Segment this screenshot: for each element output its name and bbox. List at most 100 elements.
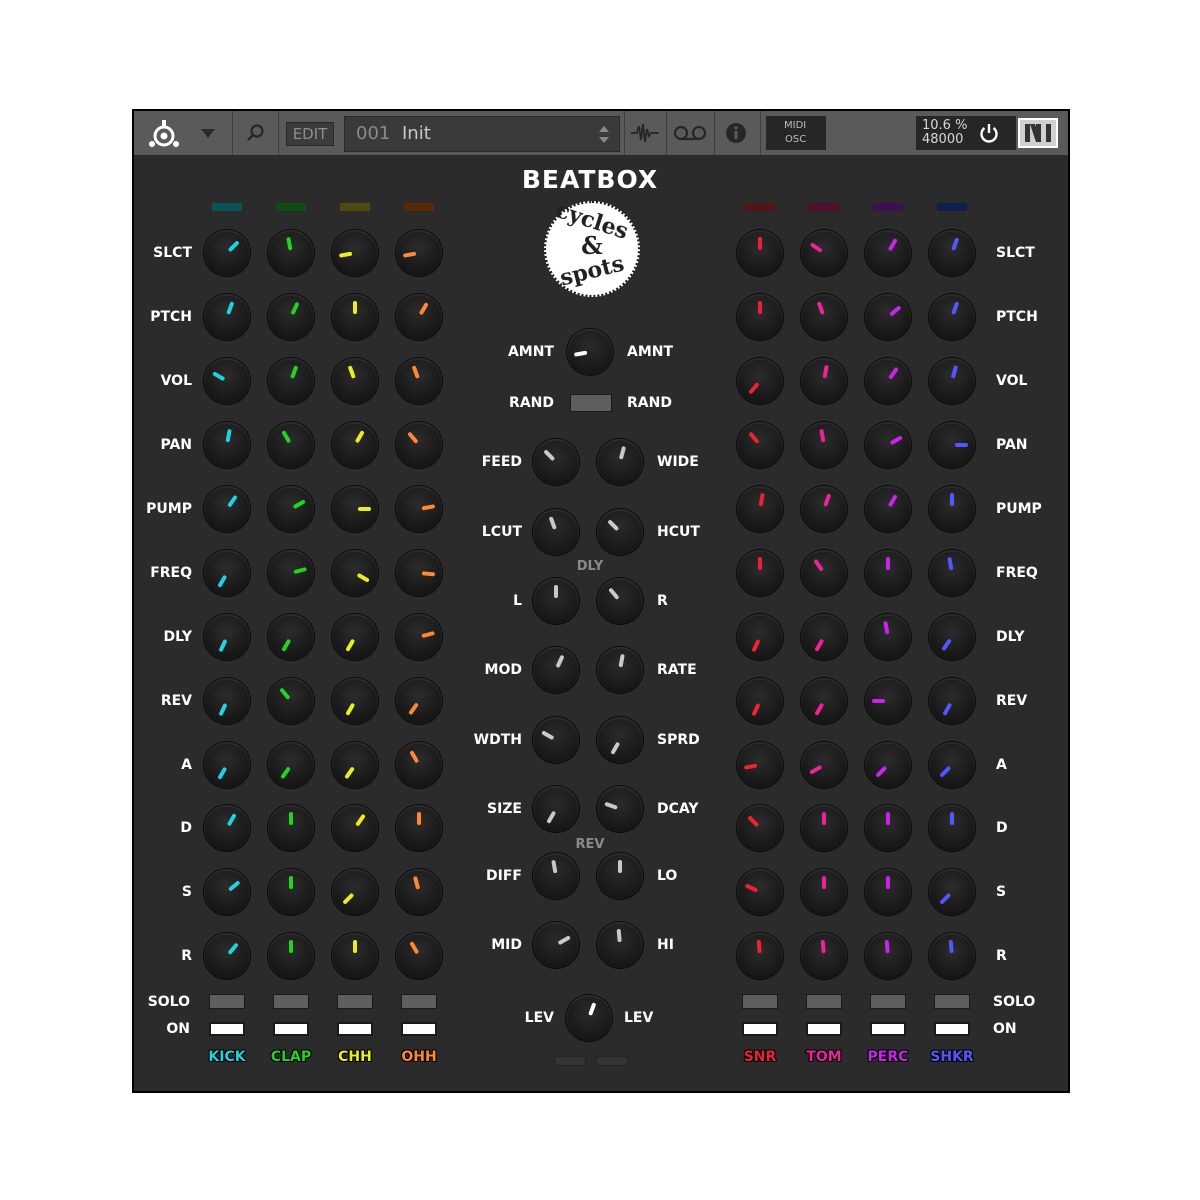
- size-knob[interactable]: [533, 786, 579, 832]
- perc-dly-knob[interactable]: [865, 614, 911, 660]
- clap-ptch-knob[interactable]: [268, 294, 314, 340]
- rate-knob[interactable]: [597, 647, 643, 693]
- chh-d-knob[interactable]: [332, 805, 378, 851]
- tom-a-knob[interactable]: [801, 742, 847, 788]
- chh-s-knob[interactable]: [332, 869, 378, 915]
- snr-d-knob[interactable]: [737, 805, 783, 851]
- edit-button[interactable]: EDIT: [286, 122, 334, 146]
- kick-s-knob[interactable]: [204, 869, 250, 915]
- r-knob[interactable]: [597, 578, 643, 624]
- reaktor-logo-icon[interactable]: [144, 117, 184, 149]
- clap-solo-button[interactable]: [273, 994, 309, 1009]
- kick-d-knob[interactable]: [204, 805, 250, 851]
- snr-s-knob[interactable]: [737, 869, 783, 915]
- ohh-vol-knob[interactable]: [396, 358, 442, 404]
- kick-solo-button[interactable]: [209, 994, 245, 1009]
- chh-rev-knob[interactable]: [332, 678, 378, 724]
- ohh-solo-button[interactable]: [401, 994, 437, 1009]
- kick-pump-knob[interactable]: [204, 486, 250, 532]
- shkr-d-knob[interactable]: [929, 805, 975, 851]
- wide-knob[interactable]: [597, 439, 643, 485]
- tom-solo-button[interactable]: [806, 994, 842, 1009]
- perc-r-knob[interactable]: [865, 933, 911, 979]
- ohh-slct-knob[interactable]: [396, 230, 442, 276]
- chh-pan-knob[interactable]: [332, 422, 378, 468]
- tom-ptch-knob[interactable]: [801, 294, 847, 340]
- preset-selector[interactable]: 001 Init: [344, 116, 620, 152]
- kick-ptch-knob[interactable]: [204, 294, 250, 340]
- shkr-r-knob[interactable]: [929, 933, 975, 979]
- perc-s-knob[interactable]: [865, 869, 911, 915]
- chh-slct-knob[interactable]: [332, 230, 378, 276]
- menu-dropdown-icon[interactable]: [198, 125, 218, 141]
- kick-dly-knob[interactable]: [204, 614, 250, 660]
- clap-d-knob[interactable]: [268, 805, 314, 851]
- preset-stepper-icon[interactable]: [599, 126, 609, 143]
- clap-on-button[interactable]: [273, 1022, 309, 1036]
- perc-ptch-knob[interactable]: [865, 294, 911, 340]
- snr-pump-knob[interactable]: [737, 486, 783, 532]
- waveform-icon[interactable]: [628, 119, 662, 147]
- ohh-on-button[interactable]: [401, 1022, 437, 1036]
- ohh-pan-knob[interactable]: [396, 422, 442, 468]
- lev-knob[interactable]: [566, 995, 612, 1041]
- lcut-knob[interactable]: [533, 509, 579, 555]
- sprd-knob[interactable]: [597, 717, 643, 763]
- kick-on-button[interactable]: [209, 1022, 245, 1036]
- perc-a-knob[interactable]: [865, 742, 911, 788]
- ohh-pump-knob[interactable]: [396, 486, 442, 532]
- tom-dly-knob[interactable]: [801, 614, 847, 660]
- chh-on-button[interactable]: [337, 1022, 373, 1036]
- tom-r-knob[interactable]: [801, 933, 847, 979]
- snr-on-button[interactable]: [742, 1022, 778, 1036]
- perc-d-knob[interactable]: [865, 805, 911, 851]
- rand-button[interactable]: [570, 394, 612, 412]
- tom-freq-knob[interactable]: [801, 550, 847, 596]
- ohh-ptch-knob[interactable]: [396, 294, 442, 340]
- clap-vol-knob[interactable]: [268, 358, 314, 404]
- chh-ptch-knob[interactable]: [332, 294, 378, 340]
- kick-rev-knob[interactable]: [204, 678, 250, 724]
- tom-slct-knob[interactable]: [801, 230, 847, 276]
- feed-knob[interactable]: [533, 439, 579, 485]
- snr-vol-knob[interactable]: [737, 358, 783, 404]
- amnt-knob[interactable]: [567, 329, 613, 375]
- perc-pump-knob[interactable]: [865, 486, 911, 532]
- snr-dly-knob[interactable]: [737, 614, 783, 660]
- snr-slct-knob[interactable]: [737, 230, 783, 276]
- tom-pump-knob[interactable]: [801, 486, 847, 532]
- snr-rev-knob[interactable]: [737, 678, 783, 724]
- kick-vol-knob[interactable]: [204, 358, 250, 404]
- ohh-a-knob[interactable]: [396, 742, 442, 788]
- power-icon[interactable]: [978, 122, 1000, 144]
- chh-solo-button[interactable]: [337, 994, 373, 1009]
- diff-knob[interactable]: [533, 853, 579, 899]
- snr-pan-knob[interactable]: [737, 422, 783, 468]
- shkr-dly-knob[interactable]: [929, 614, 975, 660]
- clap-a-knob[interactable]: [268, 742, 314, 788]
- perc-slct-knob[interactable]: [865, 230, 911, 276]
- chh-dly-knob[interactable]: [332, 614, 378, 660]
- hi-knob[interactable]: [597, 922, 643, 968]
- shkr-vol-knob[interactable]: [929, 358, 975, 404]
- snr-r-knob[interactable]: [737, 933, 783, 979]
- perc-solo-button[interactable]: [870, 994, 906, 1009]
- clap-dly-knob[interactable]: [268, 614, 314, 660]
- kick-pan-knob[interactable]: [204, 422, 250, 468]
- mod-knob[interactable]: [533, 647, 579, 693]
- tom-s-knob[interactable]: [801, 869, 847, 915]
- mid-knob[interactable]: [533, 922, 579, 968]
- shkr-slct-knob[interactable]: [929, 230, 975, 276]
- clap-freq-knob[interactable]: [268, 550, 314, 596]
- kick-slct-knob[interactable]: [204, 230, 250, 276]
- shkr-rev-knob[interactable]: [929, 678, 975, 724]
- ohh-r-knob[interactable]: [396, 933, 442, 979]
- perc-rev-knob[interactable]: [865, 678, 911, 724]
- clap-r-knob[interactable]: [268, 933, 314, 979]
- tom-rev-knob[interactable]: [801, 678, 847, 724]
- snr-a-knob[interactable]: [737, 742, 783, 788]
- clap-s-knob[interactable]: [268, 869, 314, 915]
- tom-pan-knob[interactable]: [801, 422, 847, 468]
- tape-icon[interactable]: [670, 119, 710, 147]
- shkr-pan-knob[interactable]: [929, 422, 975, 468]
